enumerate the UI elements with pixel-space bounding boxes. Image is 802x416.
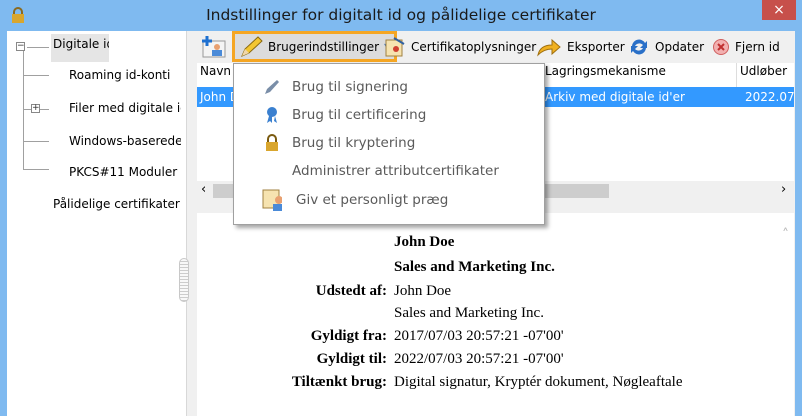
column-header-expires[interactable]: Udløber	[740, 64, 794, 78]
tree-item-digital-ids[interactable]: Digitale id'er	[51, 34, 109, 62]
close-button[interactable]: ×	[762, 0, 796, 20]
certificate-info-label: Certifikatoplysninger	[411, 40, 537, 54]
tree-item-roaming[interactable]: Roaming id-konti	[69, 68, 181, 82]
personalize-icon	[262, 189, 282, 211]
user-settings-menu: Brug til signering Brug til certificerin…	[233, 63, 545, 225]
lock-icon	[266, 134, 278, 151]
valid-from-value: 2017/07/03 20:57:21 -07'00'	[394, 328, 564, 344]
window-title: Indstillinger for digitalt id og pålidel…	[206, 6, 596, 24]
usage-value: Digital signatur, Kryptér dokument, Nøgl…	[394, 374, 683, 390]
refresh-label: Opdater	[655, 40, 705, 54]
certificate-details: John Doe Sales and Marketing Inc. Udsted…	[197, 213, 777, 416]
remove-id-button[interactable]: Fjern id	[712, 33, 780, 61]
vertical-scrollbar[interactable]: ˄	[777, 213, 794, 416]
pencil-icon	[241, 35, 263, 57]
remove-icon	[713, 39, 729, 55]
issued-by-value: John Doe	[394, 283, 452, 299]
export-button[interactable]: Eksporter	[536, 33, 625, 61]
export-arrow-icon	[537, 38, 561, 57]
add-id-button[interactable]	[200, 33, 226, 61]
menu-item-label: Brug til signering	[292, 79, 408, 95]
refresh-icon	[631, 39, 647, 55]
tree-item-files[interactable]: Filer med digitale id'er	[69, 101, 181, 115]
detail-org: Sales and Marketing Inc.	[394, 259, 555, 275]
menu-item-label: Administrer attributcertifikater	[292, 163, 499, 179]
menu-item-signing[interactable]: Brug til signering	[234, 74, 544, 100]
refresh-button[interactable]: Opdater	[628, 33, 704, 61]
add-id-icon	[202, 36, 226, 58]
scroll-right-button[interactable]: ›	[781, 182, 786, 197]
column-header-storage[interactable]: Lagringsmekanisme	[545, 64, 666, 78]
user-settings-button[interactable]: Brugerindstillinger ▼	[232, 31, 398, 62]
menu-item-attribute-certs[interactable]: Administrer attributcertifikater	[234, 158, 544, 184]
menu-item-label: Brug til certificering	[292, 107, 427, 123]
collapse-toggle[interactable]: −	[16, 42, 25, 51]
scroll-left-button[interactable]: ‹	[201, 182, 206, 197]
scroll-up-button[interactable]: ˄	[777, 227, 794, 243]
tree-item-pkcs11[interactable]: PKCS#11 Moduler og tokens	[69, 165, 181, 179]
issued-by-label: Udstedt af:	[315, 283, 387, 299]
issued-by-org: Sales and Marketing Inc.	[394, 305, 544, 321]
menu-item-label: Brug til kryptering	[292, 135, 416, 151]
tree-panel: − + Digitale id'er Roaming id-konti File…	[7, 31, 187, 416]
expand-toggle[interactable]: +	[31, 104, 40, 113]
tree-item-windows[interactable]: Windows-baserede digitale id'er	[69, 134, 181, 148]
usage-label: Tiltænkt brug:	[291, 374, 387, 390]
menu-item-encryption[interactable]: Brug til kryptering	[234, 130, 544, 156]
toolbar: Brugerindstillinger ▼ Certifikatoplysnin…	[196, 31, 794, 62]
remove-id-label: Fjern id	[735, 40, 780, 54]
tree-item-trusted-certs[interactable]: Pålidelige certifikater	[53, 197, 183, 211]
user-settings-label: Brugerindstillinger	[268, 39, 380, 54]
certificate-icon	[385, 37, 405, 57]
menu-item-personalize[interactable]: Giv et personligt præg	[234, 187, 544, 213]
valid-from-label: Gyldigt fra:	[310, 328, 387, 344]
menu-item-certifying[interactable]: Brug til certificering	[234, 102, 544, 128]
valid-to-value: 2022/07/03 20:57:21 -07'00'	[394, 351, 564, 367]
splitter-handle[interactable]	[179, 258, 189, 302]
menu-item-label: Giv et personligt præg	[296, 192, 449, 208]
pen-icon	[265, 80, 279, 94]
export-label: Eksporter	[567, 40, 625, 54]
column-header-name[interactable]: Navn	[200, 64, 231, 78]
valid-to-label: Gyldigt til:	[316, 351, 387, 367]
ribbon-icon	[267, 107, 277, 123]
cell-storage: Arkiv med digitale id'er	[545, 90, 685, 104]
certificate-info-button[interactable]: Certifikatoplysninger	[384, 33, 536, 61]
detail-name: John Doe	[394, 234, 455, 250]
cell-expires: 2022.07.03	[745, 90, 794, 104]
